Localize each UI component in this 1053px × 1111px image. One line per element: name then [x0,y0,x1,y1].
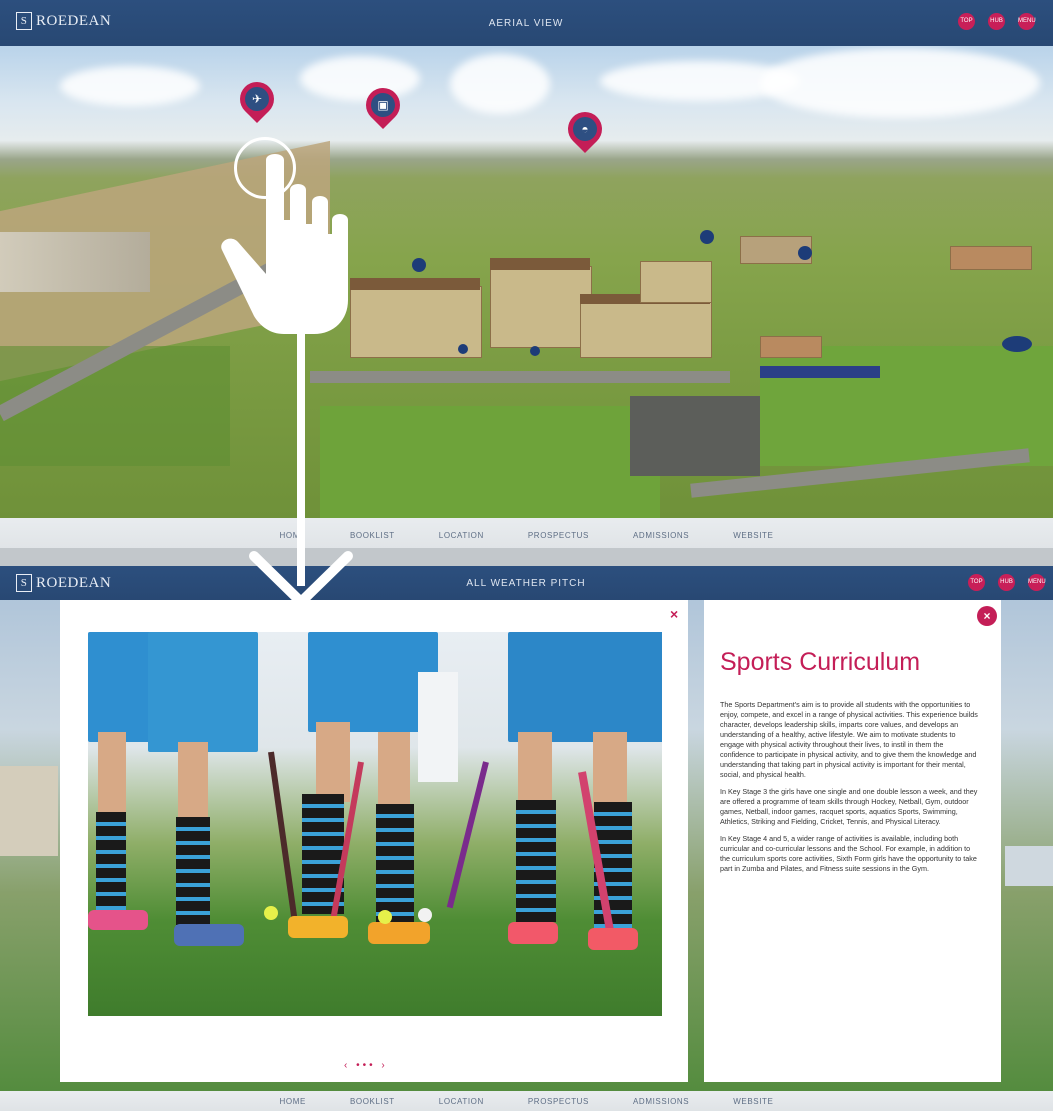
paragraph: In Key Stage 4 and 5, a wider range of a… [720,834,977,873]
bottom-nav: HOME BOOKLIST LOCATION PROSPECTUS ADMISS… [0,1091,1053,1111]
hotspot-marker[interactable] [700,230,714,244]
pager-dots: ••• [356,1060,376,1071]
tap-hand-icon [221,154,348,334]
aerial-panorama[interactable]: ✈ ▣ ◓ [0,46,1053,518]
car-pin[interactable]: ◓ [560,104,610,154]
arrow-shaft [297,330,305,586]
nav-prospectus[interactable]: PROSPECTUS [528,1097,589,1106]
prev-arrow-icon[interactable]: ‹ [344,1060,350,1071]
nav-website[interactable]: WEBSITE [733,1097,773,1106]
next-arrow-icon[interactable]: › [381,1060,387,1071]
nav-location[interactable]: LOCATION [439,531,484,540]
info-text-panel: × Sports Curriculum The Sports Departmen… [704,600,1001,1082]
aerial-view-screen: S ROEDEAN AERIAL VIEW TOP HUB MENU ✈ ▣ ◓… [0,0,1053,548]
nav-prospectus[interactable]: PROSPECTUS [528,531,589,540]
paragraph: In Key Stage 3 the girls have one single… [720,787,978,826]
nav-booklist[interactable]: BOOKLIST [350,1097,395,1106]
hotspot-marker[interactable] [412,258,426,272]
bus-icon: ▣ [371,93,395,117]
nav-website[interactable]: WEBSITE [733,531,773,540]
hub-button[interactable]: HUB [988,13,1005,30]
hotspot-marker[interactable] [1002,336,1032,352]
top-button[interactable]: TOP [958,13,975,30]
gallery-pager: ‹ ••• › [344,1060,388,1071]
screen-separator [0,548,1053,566]
menu-button[interactable]: MENU [1018,13,1036,30]
top-button[interactable]: TOP [968,574,985,591]
nav-booklist[interactable]: BOOKLIST [350,531,395,540]
hotspot-marker[interactable] [530,346,540,356]
close-icon[interactable]: × [670,606,678,622]
helicopter-icon: ✈ [245,87,269,111]
panel-heading: Sports Curriculum [720,648,921,676]
page-title: AERIAL VIEW [488,18,564,29]
menu-button[interactable]: MENU [1028,574,1046,591]
hockey-players-photo [88,632,662,1016]
bottom-header-bar: S ROEDEAN ALL WEATHER PITCH TOP HUB MENU [0,566,1053,600]
top-header-bar: S ROEDEAN AERIAL VIEW TOP HUB MENU [0,0,1053,46]
logo-crest-icon: S [16,574,32,592]
nav-location[interactable]: LOCATION [439,1097,484,1106]
hub-button[interactable]: HUB [998,574,1015,591]
image-gallery-panel: × ‹ ••• › [60,600,688,1082]
page-title: ALL WEATHER PITCH [466,578,586,589]
helicopter-pin[interactable]: ✈ [232,74,282,124]
bottom-nav: HOME BOOKLIST LOCATION PROSPECTUS ADMISS… [0,518,1053,548]
pitch-detail-screen: S ROEDEAN ALL WEATHER PITCH TOP HUB MENU… [0,566,1053,1111]
logo-text: ROEDEAN [36,12,112,29]
logo-crest-icon: S [16,12,32,30]
hotspot-marker[interactable] [458,344,468,354]
nav-admissions[interactable]: ADMISSIONS [633,1097,689,1106]
car-icon: ◓ [573,117,597,141]
down-arrow-icon [249,551,353,609]
logo-text: ROEDEAN [36,574,112,591]
panel-body: The Sports Department's aim is to provid… [720,700,980,1060]
paragraph: The Sports Department's aim is to provid… [720,700,978,779]
nav-admissions[interactable]: ADMISSIONS [633,531,689,540]
nav-home[interactable]: HOME [280,1097,306,1106]
close-panel-button[interactable]: × [977,606,997,626]
hotspot-marker[interactable] [798,246,812,260]
school-logo[interactable]: S ROEDEAN [16,574,111,592]
school-logo[interactable]: S ROEDEAN [16,12,111,30]
